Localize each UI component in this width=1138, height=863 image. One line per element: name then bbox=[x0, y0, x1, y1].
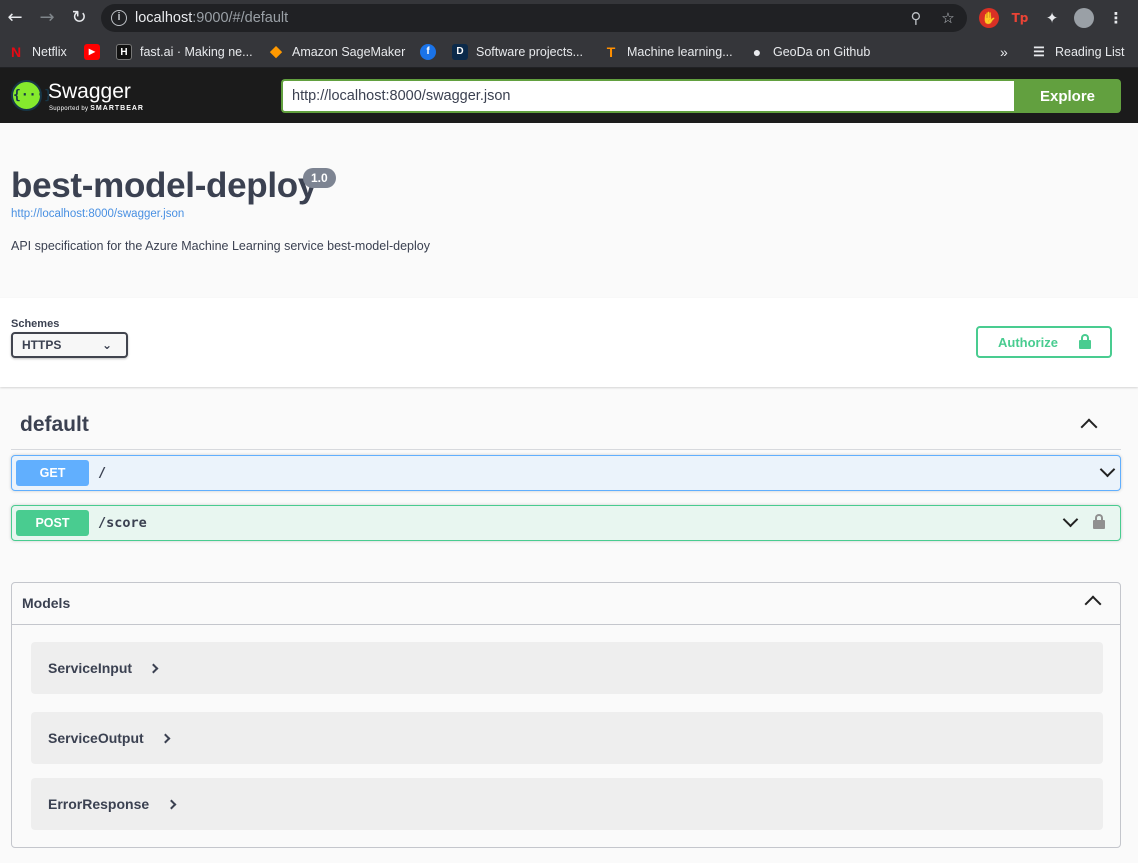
reading-list-icon: ☰ bbox=[1033, 44, 1045, 59]
d-icon: D bbox=[452, 44, 468, 60]
scheme-container: Schemes HTTPS ⌄ Authorize bbox=[0, 298, 1138, 387]
chevron-up-icon[interactable] bbox=[1080, 418, 1098, 436]
swagger-logo-icon[interactable]: {···} bbox=[11, 80, 52, 111]
schemes-select[interactable]: HTTPS ⌄ bbox=[11, 332, 128, 358]
bookmark-youtube[interactable]: ▶ bbox=[84, 42, 108, 62]
chevron-down-icon: ⌄ bbox=[101, 338, 112, 352]
globe-icon: ● bbox=[752, 44, 762, 60]
bookmarks-overflow[interactable]: » bbox=[1000, 42, 1008, 62]
bookmark-machine-learning[interactable]: T Machine learning... bbox=[603, 42, 733, 62]
browser-toolbar: ← → ↻ i localhost:9000/#/default ⚲ ☆ ✋ T… bbox=[0, 0, 1138, 36]
model-error-response[interactable]: ErrorResponse bbox=[31, 778, 1103, 830]
tag-title[interactable]: default bbox=[20, 413, 89, 437]
chevron-right-icon bbox=[148, 663, 159, 674]
address-url[interactable]: localhost:9000/#/default bbox=[135, 10, 288, 26]
chevron-right-icon bbox=[160, 733, 171, 744]
api-description: API specification for the Azure Machine … bbox=[11, 239, 430, 253]
bookmark-sagemaker[interactable]: ◆ Amazon SageMaker bbox=[268, 42, 405, 62]
sagemaker-icon: ◆ bbox=[270, 43, 282, 60]
unlock-icon bbox=[1079, 334, 1091, 349]
spec-url-input[interactable] bbox=[281, 79, 1014, 113]
chevron-right-icon bbox=[166, 799, 177, 810]
menu-kebab-icon[interactable]: ⋮ bbox=[1106, 8, 1126, 28]
operation-path: / bbox=[98, 465, 107, 481]
fastai-icon: H bbox=[116, 44, 132, 60]
bookmark-netflix[interactable]: N Netflix bbox=[8, 42, 67, 62]
authorize-button[interactable]: Authorize bbox=[976, 326, 1112, 358]
operation-post-score[interactable]: POST /score bbox=[11, 505, 1121, 541]
extension-tp-icon[interactable]: Tp bbox=[1010, 8, 1030, 28]
bookmark-facebook[interactable]: f bbox=[420, 42, 444, 62]
model-service-output[interactable]: ServiceOutput bbox=[31, 712, 1103, 764]
reload-icon[interactable]: ↻ bbox=[68, 7, 90, 29]
back-arrow-icon[interactable]: ← bbox=[4, 7, 26, 29]
address-bar[interactable]: i localhost:9000/#/default ⚲ ☆ bbox=[101, 4, 967, 32]
models-title[interactable]: Models bbox=[22, 595, 70, 611]
schemes-label: Schemes bbox=[11, 318, 60, 330]
method-badge-post: POST bbox=[16, 510, 89, 536]
facebook-icon: f bbox=[420, 44, 436, 60]
star-icon[interactable]: ☆ bbox=[939, 9, 957, 27]
tag-divider bbox=[11, 449, 1121, 450]
models-divider bbox=[12, 624, 1120, 625]
reading-list-button[interactable]: ☰ Reading List bbox=[1031, 42, 1124, 62]
netflix-icon: N bbox=[10, 44, 22, 60]
chevron-up-icon[interactable] bbox=[1084, 595, 1102, 613]
operation-path: /score bbox=[98, 515, 147, 531]
explore-button[interactable]: Explore bbox=[1014, 79, 1121, 113]
bookmark-geoda[interactable]: ● GeoDa on Github bbox=[749, 42, 871, 62]
tensorflow-icon: T bbox=[606, 44, 616, 60]
swagger-logo-text[interactable]: Swagger bbox=[48, 80, 131, 104]
bookmark-fastai[interactable]: H fast.ai · Making ne... bbox=[116, 42, 253, 62]
zoom-icon[interactable]: ⚲ bbox=[907, 9, 925, 27]
youtube-icon: ▶ bbox=[84, 44, 100, 60]
chevron-down-icon[interactable] bbox=[1062, 511, 1079, 528]
supported-by-smartbear: Supported by SMARTBEAR bbox=[49, 105, 144, 112]
method-badge-get: GET bbox=[16, 460, 89, 486]
bookmarks-bar: N Netflix ▶ H fast.ai · Making ne... ◆ A… bbox=[0, 36, 1138, 68]
operation-get-root[interactable]: GET / bbox=[11, 455, 1121, 491]
extension-shield-icon[interactable]: ✋ bbox=[979, 8, 999, 28]
profile-avatar[interactable] bbox=[1074, 8, 1094, 28]
model-service-input[interactable]: ServiceInput bbox=[31, 642, 1103, 694]
chevron-down-icon[interactable] bbox=[1099, 461, 1116, 478]
models-section: Models ServiceInput ServiceOutput ErrorR… bbox=[11, 582, 1121, 848]
bookmark-software-projects[interactable]: D Software projects... bbox=[452, 42, 583, 62]
forward-arrow-icon[interactable]: → bbox=[36, 7, 58, 29]
spec-link[interactable]: http://localhost:8000/swagger.json bbox=[11, 208, 184, 220]
site-info-icon[interactable]: i bbox=[111, 10, 127, 26]
lock-icon[interactable] bbox=[1093, 514, 1105, 529]
extensions-puzzle-icon[interactable]: ✦ bbox=[1042, 8, 1062, 28]
api-title: best-model-deploy bbox=[11, 166, 318, 205]
version-badge: 1.0 bbox=[303, 168, 336, 188]
